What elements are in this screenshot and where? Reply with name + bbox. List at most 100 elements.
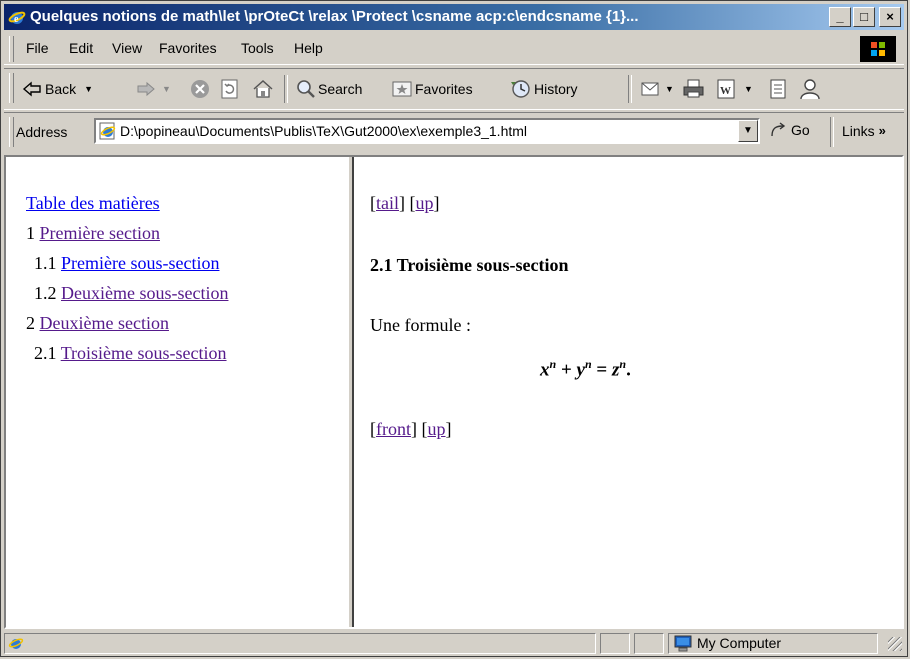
toc-item-link[interactable]: Troisième sous-section (61, 343, 227, 363)
status-security (634, 633, 664, 654)
go-button[interactable]: Go (770, 122, 810, 138)
toc-item-link[interactable]: Deuxième sous-section (61, 283, 228, 303)
toc-item-number: 2 (26, 313, 35, 333)
search-label: Search (318, 81, 363, 97)
search-button[interactable]: Search (296, 77, 362, 101)
menu-view[interactable]: View (112, 40, 142, 56)
title-bar[interactable]: e Quelques notions de math\let \prOteCt … (4, 4, 904, 30)
zone-label: My Computer (697, 635, 782, 651)
address-dropdown-icon[interactable]: ▼ (738, 120, 758, 142)
close-button[interactable]: × (879, 7, 901, 27)
up-link-bottom[interactable]: up (428, 419, 446, 439)
menu-help[interactable]: Help (294, 40, 323, 56)
toc-title-line: Table des matières (26, 191, 160, 215)
toc-item: 1 Première section (26, 221, 160, 245)
back-button[interactable]: Back ▼ (22, 77, 93, 101)
home-icon (253, 79, 273, 98)
toc-title-link[interactable]: Table des matières (26, 193, 160, 213)
favorites-button[interactable]: Favorites (392, 77, 473, 101)
toc-item: 2.1 Troisième sous-section (34, 341, 227, 365)
main-frame: [tail] [up] 2.1 Troisième sous-section U… (354, 157, 902, 627)
toc-item: 2 Deuxième section (26, 311, 169, 335)
history-icon (511, 80, 530, 98)
menu-edit[interactable]: Edit (69, 40, 93, 56)
go-arrow-icon (771, 122, 786, 137)
stop-button[interactable] (190, 77, 210, 101)
formula-var-y: y (576, 359, 585, 381)
toc-item-link[interactable]: Deuxième section (40, 313, 169, 333)
discuss-button[interactable] (768, 77, 788, 101)
chevron-right-icon: » (878, 123, 886, 138)
menu-file[interactable]: File (26, 40, 49, 56)
links-button[interactable]: Links » (842, 123, 886, 139)
toolbar-grip[interactable] (9, 73, 14, 103)
messenger-button[interactable] (798, 77, 822, 101)
address-box[interactable]: ▼ (94, 118, 760, 144)
mail-button[interactable]: ▼ (640, 77, 674, 101)
up-link[interactable]: up (416, 193, 434, 213)
discuss-icon (770, 79, 786, 99)
menu-bar: File Edit View Favorites Tools Help (4, 34, 904, 65)
intro-text: Une formule : (370, 315, 471, 335)
address-bar: Address ▼ Go Links » (4, 112, 904, 151)
menu-grip[interactable] (9, 36, 14, 62)
links-separator (830, 117, 834, 147)
toolbar-separator (628, 75, 632, 103)
toc-item-link[interactable]: Première section (40, 223, 160, 243)
toc-item-link[interactable]: Première sous-section (61, 253, 219, 273)
status-zone: My Computer (668, 633, 878, 654)
svg-text:e: e (14, 14, 19, 25)
browser-window: e Quelques notions de math\let \prOteCt … (0, 0, 908, 657)
formula-exp-2: n (584, 357, 592, 371)
ie-page-icon (99, 122, 116, 140)
toc-item-number: 1 (26, 223, 35, 243)
menu-tools[interactable]: Tools (241, 40, 274, 56)
stop-icon (191, 80, 209, 98)
address-grip[interactable] (9, 117, 14, 147)
toc-frame: Table des matières 1 Première section 1.… (6, 157, 348, 627)
history-button[interactable]: History (510, 77, 578, 101)
windows-flag-icon (871, 42, 885, 56)
ie-status-icon (8, 638, 24, 649)
print-button[interactable] (682, 77, 706, 101)
refresh-icon (221, 79, 238, 99)
ie-icon: e (8, 11, 26, 25)
math-formula: xn + yn = zn. (540, 357, 631, 381)
word-edit-icon: W (717, 79, 735, 99)
svg-text:W: W (720, 85, 731, 97)
mail-dropdown-icon[interactable]: ▼ (665, 84, 674, 94)
windows-logo-throbber (860, 36, 896, 62)
minimize-button[interactable]: _ (829, 7, 851, 27)
mail-icon (641, 82, 659, 96)
go-label: Go (791, 122, 810, 138)
standard-toolbar: Back ▼ ▼ Search Favorites History ▼ W ▼ (4, 68, 904, 110)
resize-grip-icon[interactable] (888, 637, 902, 651)
toc-item-number: 2.1 (34, 343, 57, 363)
address-input[interactable] (120, 122, 730, 140)
menu-favorites[interactable]: Favorites (159, 40, 217, 56)
my-computer-icon (674, 635, 692, 652)
refresh-button[interactable] (220, 77, 240, 101)
edit-button[interactable]: W ▼ (716, 77, 753, 101)
formula-var-x: x (540, 359, 550, 381)
back-dropdown-icon[interactable]: ▼ (84, 84, 93, 94)
toolbar-separator (284, 75, 288, 103)
formula-plus: + (560, 359, 572, 381)
search-icon (297, 80, 315, 98)
section-heading: 2.1 Troisième sous-section (370, 255, 569, 275)
toc-item: 1.2 Deuxième sous-section (34, 281, 228, 305)
toc-item-number: 1.1 (34, 253, 57, 273)
address-label: Address (16, 124, 68, 140)
maximize-button[interactable]: □ (853, 7, 875, 27)
forward-button[interactable]: ▼ (136, 77, 171, 101)
favorites-star-icon (392, 81, 412, 97)
home-button[interactable] (252, 77, 274, 101)
tail-link[interactable]: tail (376, 193, 399, 213)
top-nav: [tail] [up] (370, 193, 440, 213)
forward-arrow-icon (137, 81, 155, 97)
window-title: Quelques notions de math\let \prOteCt \r… (30, 8, 639, 25)
status-bar: My Computer (4, 631, 904, 656)
forward-dropdown-icon[interactable]: ▼ (162, 84, 171, 94)
edit-dropdown-icon[interactable]: ▼ (744, 84, 753, 94)
front-link[interactable]: front (376, 419, 411, 439)
